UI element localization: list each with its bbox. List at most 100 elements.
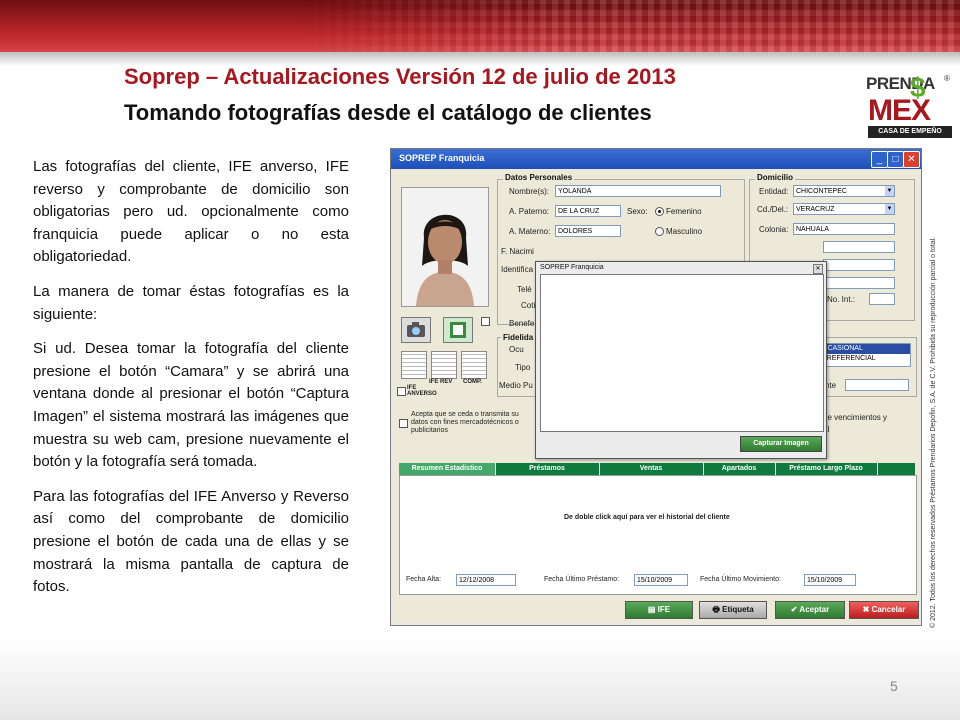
logo-tagline: CASA DE EMPEÑO (868, 126, 952, 138)
cd-value: VERACRUZ (796, 206, 835, 213)
notifications-text: de vencimientos y (823, 413, 888, 422)
list-item[interactable]: OCASIONAL (818, 344, 910, 354)
close-button[interactable]: ✕ (903, 151, 920, 168)
id-card-icon: ▤ (647, 605, 658, 614)
cliente-field[interactable] (845, 379, 909, 391)
photo-card-icon (450, 322, 466, 338)
tipo-label: Tipo (515, 363, 531, 372)
ife-anverso-thumbnail[interactable] (401, 351, 427, 379)
ife-button-label: IFE (657, 605, 671, 614)
ocupacion-label: Ocu (509, 345, 524, 354)
numero-field[interactable] (823, 259, 895, 271)
camera-icon (407, 322, 425, 337)
identificacion-label: Identifica (501, 265, 534, 274)
capture-dialog-title: SOPREP Franquicia (540, 264, 604, 271)
domicilio-title: Domicilio (755, 173, 796, 182)
comprobante-thumbnail[interactable] (461, 351, 487, 379)
tab-resumen[interactable]: Resumen Estadístico (399, 463, 496, 475)
photo-checkbox[interactable] (481, 317, 490, 326)
medio-label: Medio Pu (499, 381, 533, 390)
fidelidad-title: Fidelida (501, 333, 536, 342)
consent-checkbox[interactable] (399, 419, 408, 428)
f-nacimiento-label: F. Nacimi (501, 247, 534, 256)
history-panel[interactable]: De doble click aquí para ver el historia… (399, 475, 917, 595)
prendamex-logo: PRENDA ® $ MEX CASA DE EMPEÑO (862, 70, 954, 140)
beneficiario-label: Benefe (509, 319, 535, 328)
paragraph: La manera de tomar éstas fotografías es … (33, 282, 349, 323)
close-icon[interactable]: ✕ (813, 264, 823, 274)
copyright-text: © 2012. Todos los derechos reservados Pr… (930, 236, 937, 628)
maximize-button[interactable]: □ (887, 151, 904, 168)
paterno-label: A. Paterno: (509, 207, 550, 216)
etiqueta-button-label: Etiqueta (722, 605, 754, 614)
fecha-alta-field[interactable]: 12/12/2008 (456, 574, 516, 586)
client-photo (401, 187, 489, 307)
no-int-field[interactable] (869, 293, 895, 305)
capture-dialog: SOPREP Franquicia ✕ Capturar Imagen (535, 261, 827, 459)
masculino-label: Masculino (666, 227, 703, 236)
colonia-field[interactable]: NAHUALA (793, 223, 895, 235)
aceptar-button-label: Aceptar (799, 605, 830, 614)
logo-registered: ® (944, 74, 950, 83)
aceptar-button[interactable]: ✔ Aceptar (775, 601, 845, 619)
ife-anverso-label: IFE ANVERSO (407, 385, 437, 397)
app-body: IFE REV COMP. IFE ANVERSO Datos Personal… (393, 169, 919, 623)
materno-field[interactable]: DOLORES (555, 225, 621, 237)
tab-apartados[interactable]: Apartados (703, 463, 776, 475)
materno-label: A. Materno: (509, 227, 551, 236)
femenino-radio[interactable] (655, 207, 664, 216)
cd-label: Cd./Del.: (757, 205, 789, 214)
tab-largo-plazo[interactable]: Préstamo Largo Plazo (775, 463, 878, 475)
calle-field[interactable] (823, 241, 895, 253)
entidad-label: Entidad: (759, 187, 789, 196)
fecha-movimiento-field[interactable]: 15/10/2009 (804, 574, 856, 586)
masculino-radio[interactable] (655, 227, 664, 236)
list-item[interactable]: PREFERENCIAL (818, 354, 910, 364)
page-number: 5 (890, 678, 898, 694)
colonia-label: Colonia: (759, 225, 789, 234)
paragraph: Las fotografías del cliente, IFE anverso… (33, 158, 349, 266)
cancel-icon: ✖ (862, 605, 872, 614)
slide-subtitle: Tomando fotografías desde el catálogo de… (124, 100, 652, 125)
top-banner (0, 0, 960, 52)
datos-personales-title: Datos Personales (503, 173, 575, 182)
nombre-field[interactable]: YOLANDA (555, 185, 721, 197)
webcam-preview (540, 274, 824, 432)
etiqueta-button[interactable]: 🖶 Etiqueta (699, 601, 767, 619)
banner-pattern (300, 0, 960, 52)
ife-reverso-thumbnail[interactable] (431, 351, 457, 379)
ife-anverso-checkbox[interactable] (397, 387, 406, 396)
fecha-movimiento-label: Fecha Último Movimiento: (700, 576, 781, 583)
cancelar-button[interactable]: ✖ Cancelar (849, 601, 919, 619)
photo-id-button[interactable] (443, 317, 473, 343)
history-hint: De doble click aquí para ver el historia… (564, 514, 730, 521)
paragraph: Si ud. Desea tomar la fotografía del cli… (33, 340, 349, 471)
sexo-label: Sexo: (627, 207, 648, 216)
window-titlebar: SOPREP Franquicia _ □ ✕ (391, 149, 921, 169)
entidad-value: CHICONTEPEC (796, 188, 847, 195)
app-screenshot: SOPREP Franquicia _ □ ✕ IFE REV COMP. IF… (390, 148, 922, 626)
cancelar-button-label: Cancelar (871, 605, 906, 614)
consent-text: Acepta que se ceda o transmita su datos … (411, 411, 519, 434)
no-int-label: No. Int.: (827, 295, 856, 304)
printer-icon: 🖶 (712, 605, 723, 614)
paterno-field[interactable]: DE LA CRUZ (555, 205, 621, 217)
tab-prestamos[interactable]: Préstamos (495, 463, 600, 475)
camera-button[interactable] (401, 317, 431, 343)
capturar-imagen-button[interactable]: Capturar Imagen (740, 436, 822, 452)
fecha-alta-label: Fecha Alta: (406, 576, 442, 583)
copyright-notice: © 2012. Todos los derechos reservados Pr… (930, 170, 944, 628)
minimize-button[interactable]: _ (871, 151, 888, 168)
cotitular-label: Coti (521, 301, 536, 310)
cd-select[interactable]: VERACRUZ ▼ (793, 203, 895, 215)
tab-ventas[interactable]: Ventas (599, 463, 704, 475)
entidad-select[interactable]: CHICONTEPEC ▼ (793, 185, 895, 197)
logo-line2: MEX (868, 94, 931, 127)
ife-button[interactable]: ▤ IFE (625, 601, 693, 619)
tipo-cliente-list[interactable]: OCASIONAL PREFERENCIAL (817, 343, 911, 367)
fecha-prestamo-field[interactable]: 15/10/2009 (634, 574, 688, 586)
client-portrait-image (402, 188, 488, 306)
slide-body: Las fotografías del cliente, IFE anverso… (33, 156, 349, 611)
femenino-label: Femenino (666, 207, 702, 216)
cp-field[interactable] (823, 277, 895, 289)
